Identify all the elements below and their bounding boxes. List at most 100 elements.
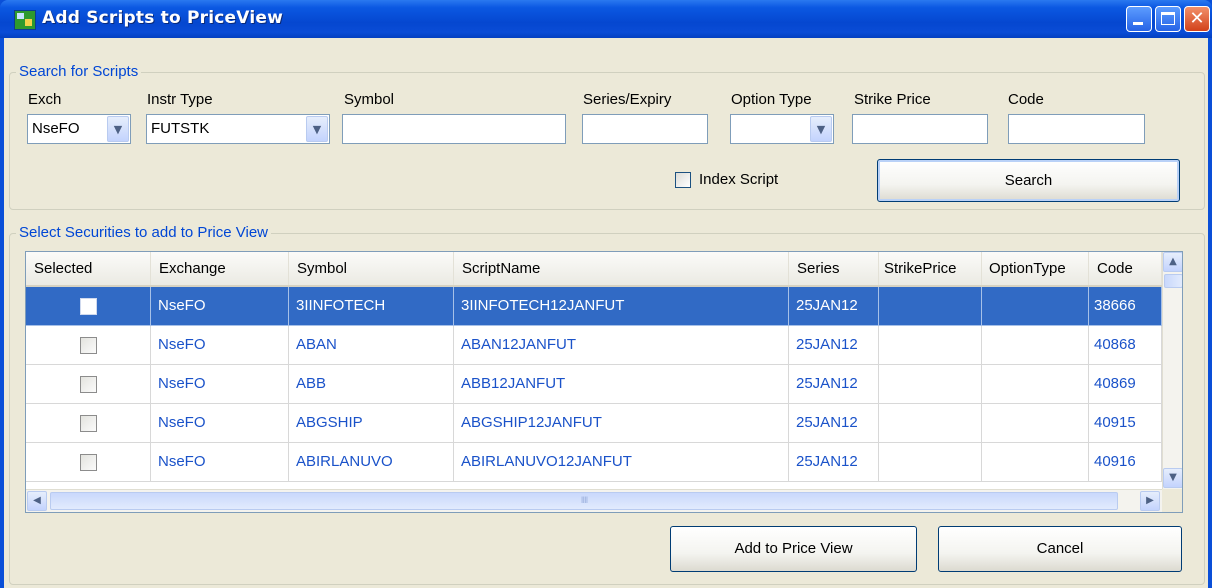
option-type-select[interactable]: ▼ — [730, 114, 834, 144]
column-header-exchange[interactable]: Exchange — [151, 252, 289, 285]
strikeprice-cell — [879, 326, 982, 365]
optiontype-cell — [982, 443, 1089, 482]
series-cell: 25JAN12 — [789, 404, 879, 443]
column-header-strikeprice[interactable]: StrikePrice — [879, 252, 982, 285]
window-title: Add Scripts to PriceView — [42, 8, 283, 28]
exch-label: Exch — [28, 91, 62, 108]
exchange-cell: NseFO — [151, 443, 289, 482]
chevron-down-icon: ▼ — [1169, 472, 1177, 483]
chevron-down-icon[interactable]: ▼ — [810, 116, 832, 142]
securities-group-legend: Select Securities to add to Price View — [16, 224, 272, 242]
minimize-icon — [1133, 22, 1143, 25]
scroll-right-button[interactable]: ▶ — [1140, 491, 1160, 511]
search-button[interactable]: Search — [877, 159, 1180, 202]
column-header-series[interactable]: Series — [789, 252, 879, 285]
maximize-icon — [1161, 12, 1175, 25]
selected-cell — [26, 404, 151, 443]
exchange-cell: NseFO — [151, 365, 289, 404]
scroll-left-button[interactable]: ◀ — [27, 491, 47, 511]
search-group-legend: Search for Scripts — [16, 63, 142, 81]
horizontal-scroll-thumb[interactable]: IIII — [50, 492, 1118, 510]
row-select-checkbox[interactable] — [80, 298, 97, 315]
scriptname-cell: ABB12JANFUT — [454, 365, 789, 404]
code-input[interactable] — [1008, 114, 1145, 144]
optiontype-cell — [982, 365, 1089, 404]
row-select-checkbox[interactable] — [80, 454, 97, 471]
selected-cell — [26, 326, 151, 365]
strikeprice-cell — [879, 404, 982, 443]
grip-icon: IIII — [580, 496, 589, 506]
scroll-down-button[interactable]: ▼ — [1163, 468, 1182, 488]
minimize-button[interactable] — [1126, 6, 1152, 32]
exch-value: NseFO — [32, 120, 80, 137]
series-cell: 25JAN12 — [789, 443, 879, 482]
column-header-selected[interactable]: Selected — [26, 252, 151, 285]
add-to-price-view-button[interactable]: Add to Price View — [670, 526, 917, 572]
strikeprice-cell — [879, 287, 982, 326]
scriptname-cell: ABAN12JANFUT — [454, 326, 789, 365]
code-cell: 40869 — [1089, 365, 1162, 404]
code-cell: 40916 — [1089, 443, 1162, 482]
maximize-button[interactable] — [1155, 6, 1181, 32]
series-expiry-input[interactable] — [582, 114, 708, 144]
symbol-cell: 3IINFOTECH — [289, 287, 454, 326]
row-select-checkbox[interactable] — [80, 376, 97, 393]
strikeprice-cell — [879, 443, 982, 482]
symbol-cell: ABGSHIP — [289, 404, 454, 443]
code-label: Code — [1008, 91, 1044, 108]
chevron-up-icon: ▲ — [1169, 256, 1177, 267]
column-header-symbol[interactable]: Symbol — [289, 252, 454, 285]
scroll-up-button[interactable]: ▲ — [1163, 252, 1182, 272]
row-select-checkbox[interactable] — [80, 337, 97, 354]
cancel-button[interactable]: Cancel — [938, 526, 1182, 572]
strikeprice-cell — [879, 365, 982, 404]
chevron-down-icon[interactable]: ▼ — [107, 116, 129, 142]
symbol-cell: ABB — [289, 365, 454, 404]
index-script-label[interactable]: Index Script — [699, 171, 778, 189]
series-expiry-label: Series/Expiry — [583, 91, 672, 108]
exchange-cell: NseFO — [151, 287, 289, 326]
selected-cell — [26, 443, 151, 482]
code-cell: 40868 — [1089, 326, 1162, 365]
table-row[interactable]: NseFO ABIRLANUVO ABIRLANUVO12JANFUT 25JA… — [26, 443, 1162, 482]
title-bar[interactable]: Add Scripts to PriceView ✕ — [0, 0, 1212, 38]
series-cell: 25JAN12 — [789, 287, 879, 326]
table-row[interactable]: NseFO ABGSHIP ABGSHIP12JANFUT 25JAN12 40… — [26, 404, 1162, 443]
optiontype-cell — [982, 287, 1089, 326]
column-header-code[interactable]: Code — [1089, 252, 1162, 285]
exch-select[interactable]: NseFO ▼ — [27, 114, 131, 144]
vertical-scrollbar[interactable]: ▲ ▼ — [1162, 252, 1182, 489]
chevron-left-icon: ◀ — [33, 495, 41, 506]
dialog-body: Search for Scripts Exch NseFO ▼ Instr Ty… — [4, 38, 1208, 588]
table-row[interactable]: NseFO 3IINFOTECH 3IINFOTECH12JANFUT 25JA… — [26, 287, 1162, 326]
optiontype-cell — [982, 404, 1089, 443]
table-row[interactable]: NseFO ABB ABB12JANFUT 25JAN12 40869 — [26, 365, 1162, 404]
index-script-checkbox[interactable] — [675, 172, 691, 188]
scriptname-cell: ABIRLANUVO12JANFUT — [454, 443, 789, 482]
series-cell: 25JAN12 — [789, 365, 879, 404]
strike-price-input[interactable] — [852, 114, 988, 144]
exchange-cell: NseFO — [151, 404, 289, 443]
column-header-scriptname[interactable]: ScriptName — [454, 252, 789, 285]
vertical-scroll-thumb[interactable] — [1164, 274, 1182, 288]
table-row[interactable]: NseFO ABAN ABAN12JANFUT 25JAN12 40868 — [26, 326, 1162, 365]
selected-cell — [26, 287, 151, 326]
grid-header: Selected Exchange Symbol ScriptName Seri… — [26, 252, 1162, 287]
option-type-label: Option Type — [731, 91, 812, 108]
row-select-checkbox[interactable] — [80, 415, 97, 432]
code-cell: 40915 — [1089, 404, 1162, 443]
securities-grid[interactable]: Selected Exchange Symbol ScriptName Seri… — [25, 251, 1183, 513]
symbol-input[interactable] — [342, 114, 566, 144]
symbol-label: Symbol — [344, 91, 395, 108]
series-cell: 25JAN12 — [789, 326, 879, 365]
strike-price-label: Strike Price — [854, 91, 931, 108]
close-icon: ✕ — [1189, 8, 1205, 29]
column-header-optiontype[interactable]: OptionType — [982, 252, 1089, 285]
instr-type-select[interactable]: FUTSTK ▼ — [146, 114, 330, 144]
chevron-down-icon[interactable]: ▼ — [306, 116, 328, 142]
selected-cell — [26, 365, 151, 404]
chevron-right-icon: ▶ — [1146, 495, 1154, 506]
optiontype-cell — [982, 326, 1089, 365]
close-button[interactable]: ✕ — [1184, 6, 1210, 32]
horizontal-scrollbar[interactable]: ◀ IIII ▶ — [26, 489, 1162, 512]
